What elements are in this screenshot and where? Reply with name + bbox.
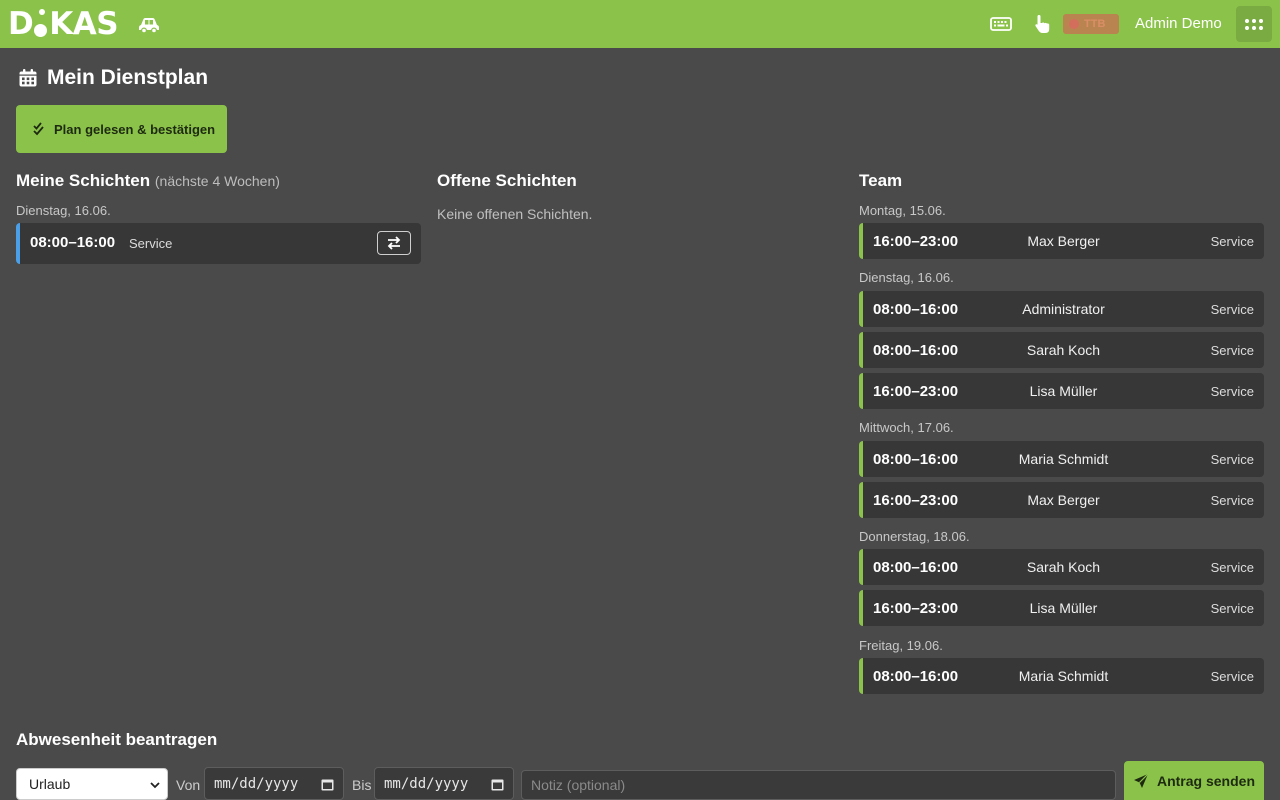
page-title-text: Mein Dienstplan (47, 66, 209, 89)
my-shifts-title: Meine Schichten (16, 171, 151, 190)
open-shifts-heading: Offene Schichten (437, 171, 577, 190)
team-shift-card: 08:00–16:00 Maria Schmidt Service (859, 658, 1264, 694)
confirm-plan-label: Plan gelesen & bestätigen (54, 121, 216, 137)
team-shift-role: Service (1210, 233, 1254, 249)
team-shift-role: Service (1210, 451, 1254, 467)
record-icon (1069, 19, 1079, 29)
team-shift-card: 16:00–23:00 Lisa Müller Service (859, 590, 1264, 626)
chevron-down-icon (150, 782, 160, 789)
my-shift-card: 08:00–16:00 Service (16, 223, 421, 264)
absence-type-select[interactable]: Urlaub (16, 768, 168, 800)
team-day-label: Freitag, 19.06. (859, 638, 943, 653)
team-day-label: Montag, 15.06. (859, 203, 946, 218)
user-menu[interactable]: Admin Demo (1135, 15, 1222, 32)
calendar-picker-icon[interactable] (491, 778, 504, 791)
team-shift-card: 16:00–23:00 Max Berger Service (859, 223, 1264, 259)
team-shift-role: Service (1210, 600, 1254, 616)
team-shift-role: Service (1210, 668, 1254, 684)
logo-text-end: KAS (49, 6, 119, 42)
logo-i-glyph (34, 9, 48, 39)
team-shift-time: 08:00–16:00 (873, 667, 959, 685)
ttb-badge-label: TTB (1084, 18, 1106, 30)
top-bar: D KAS TTB Admin Demo (0, 0, 1280, 48)
from-date-label: Von (176, 777, 201, 793)
team-shift-role: Service (1210, 492, 1254, 508)
absence-heading: Abwesenheit beantragen (16, 730, 218, 749)
team-heading: Team (859, 171, 903, 190)
calendar-icon (19, 69, 37, 87)
team-shift-role: Service (1210, 342, 1254, 358)
my-shift-role: Service (129, 236, 173, 251)
my-shifts-subtitle: (nächste 4 Wochen) (154, 173, 280, 189)
team-shift-time: 08:00–16:00 (873, 300, 959, 318)
confirm-plan-button[interactable]: Plan gelesen & bestätigen (16, 105, 227, 153)
apps-menu-button[interactable] (1236, 6, 1272, 42)
team-shift-card: 08:00–16:00 Sarah Koch Service (859, 332, 1264, 368)
team-shift-time: 08:00–16:00 (873, 558, 959, 576)
send-icon (1133, 773, 1149, 788)
team-shift-time: 16:00–23:00 (873, 599, 959, 617)
team-shift-role: Service (1210, 383, 1254, 399)
double-check-icon (33, 122, 44, 136)
team-shift-role: Service (1210, 559, 1254, 575)
team-shift-card: 16:00–23:00 Lisa Müller Service (859, 373, 1264, 409)
send-request-button[interactable]: Antrag senden (1124, 761, 1264, 800)
team-shift-card: 16:00–23:00 Max Berger Service (859, 482, 1264, 518)
swap-icon (387, 236, 401, 250)
team-shift-time: 08:00–16:00 (873, 341, 959, 359)
team-shift-card: 08:00–16:00 Sarah Koch Service (859, 549, 1264, 585)
note-input[interactable] (521, 770, 1116, 800)
swap-shift-button[interactable] (377, 231, 411, 255)
send-request-label: Antrag senden (1156, 772, 1255, 789)
hand-pointer-icon[interactable] (1030, 12, 1054, 36)
to-date-placeholder: mm/dd/yyyy (384, 775, 469, 792)
calendar-picker-icon[interactable] (321, 778, 334, 791)
absence-type-value: Urlaub (29, 776, 71, 792)
team-shift-time: 16:00–23:00 (873, 382, 959, 400)
team-day-label: Donnerstag, 18.06. (859, 529, 970, 544)
app-logo[interactable]: D KAS (8, 6, 119, 42)
team-shift-time: 16:00–23:00 (873, 232, 959, 250)
team-shift-card: 08:00–16:00 Maria Schmidt Service (859, 441, 1264, 477)
my-shift-time: 08:00–16:00 (30, 234, 116, 251)
team-shift-time: 08:00–16:00 (873, 450, 959, 468)
to-date-label: Bis (352, 777, 372, 793)
team-shift-card: 08:00–16:00 Administrator Service (859, 291, 1264, 327)
car-icon[interactable] (136, 12, 162, 36)
my-shifts-day-label: Dienstag, 16.06. (16, 203, 111, 218)
from-date-placeholder: mm/dd/yyyy (214, 775, 299, 792)
keyboard-icon[interactable] (989, 12, 1013, 36)
my-shifts-heading: Meine Schichten (nächste 4 Wochen) (16, 171, 280, 191)
from-date-input[interactable]: mm/dd/yyyy (204, 767, 344, 800)
team-day-label: Mittwoch, 17.06. (859, 420, 954, 435)
page-title: Mein Dienstplan (18, 66, 208, 90)
team-day-label: Dienstag, 16.06. (859, 270, 954, 285)
logo-text-start: D (8, 6, 34, 42)
team-shift-role: Service (1210, 301, 1254, 317)
apps-grid-icon (1245, 18, 1263, 30)
to-date-input[interactable]: mm/dd/yyyy (374, 767, 514, 800)
team-shift-time: 16:00–23:00 (873, 491, 959, 509)
open-shifts-empty-text: Keine offenen Schichten. (437, 206, 593, 222)
ttb-status-badge[interactable]: TTB (1063, 14, 1119, 34)
